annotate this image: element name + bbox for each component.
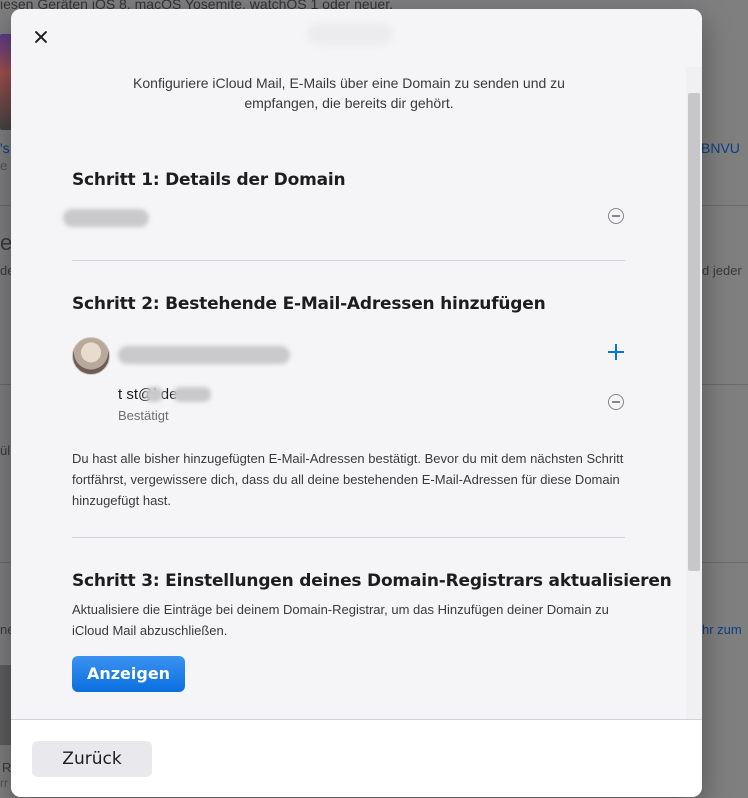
show-records-button[interactable]: Anzeigen xyxy=(72,656,185,692)
dialog-footer: Zurück xyxy=(11,719,702,797)
dialog-intro-text: Konfiguriere iCloud Mail, E-Mails über e… xyxy=(133,75,565,111)
redacted-user-name xyxy=(118,346,290,364)
redacted-email-part xyxy=(173,387,211,402)
background-text: rr xyxy=(0,776,8,790)
background-divider xyxy=(702,205,748,206)
background-text: ül xyxy=(0,443,11,458)
redacted-domain-name xyxy=(63,209,149,227)
custom-domain-dialog: Konfiguriere iCloud Mail, E-Mails über e… xyxy=(11,9,702,797)
step3-title: Schritt 3: Einstellungen deines Domain-R… xyxy=(72,571,672,591)
email-status-label: Bestätigt xyxy=(118,408,169,423)
back-button[interactable]: Zurück xyxy=(32,741,152,777)
section-divider xyxy=(72,260,625,261)
step2-note: Du hast alle bisher hinzugefügten E-Mail… xyxy=(72,451,624,508)
redacted-email-part xyxy=(145,387,163,402)
remove-email-icon[interactable] xyxy=(608,394,624,410)
background-link-fragment: BNVU xyxy=(701,140,740,156)
step1-title: Schritt 1: Details der Domain xyxy=(72,170,346,190)
background-link-fragment: hr zum xyxy=(702,622,742,637)
scrollbar-thumb[interactable] xyxy=(688,93,700,571)
background-text: d jeder xyxy=(702,263,742,278)
section-divider xyxy=(72,537,625,538)
redacted-dialog-title xyxy=(307,23,393,45)
remove-domain-icon[interactable] xyxy=(608,208,624,224)
background-text: R xyxy=(2,760,12,775)
dialog-scrollbar[interactable] xyxy=(686,67,702,719)
background-link-fragment: 's xyxy=(0,140,10,156)
background-divider xyxy=(702,384,748,385)
add-email-icon[interactable] xyxy=(607,343,625,361)
avatar xyxy=(72,337,110,375)
dialog-scroll-content[interactable]: Konfiguriere iCloud Mail, E-Mails über e… xyxy=(11,67,686,719)
close-icon[interactable] xyxy=(31,27,51,47)
dialog-header xyxy=(11,9,702,67)
background-divider xyxy=(702,562,748,563)
step2-title: Schritt 2: Bestehende E-Mail-Adressen hi… xyxy=(72,294,546,314)
step3-description: Aktualisiere die Einträge bei deinem Dom… xyxy=(72,602,609,638)
